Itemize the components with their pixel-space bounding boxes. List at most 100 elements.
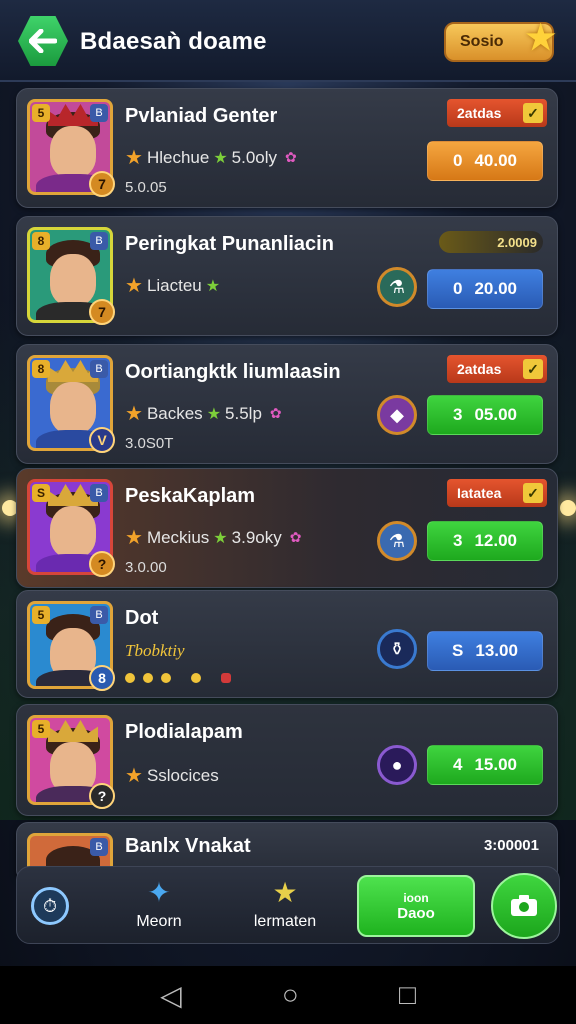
green-star-icon: ★	[213, 149, 228, 167]
gem-orb-icon[interactable]: ◆	[377, 395, 417, 435]
status-tag: Iatatea ✓	[447, 479, 547, 507]
player-stats: ★ Meckius ★ 3.9oky ✿	[125, 525, 301, 550]
list-item[interactable]: 5 ? Plodialapam ★ Sslocices ● 4 15.00	[16, 704, 558, 816]
price-button[interactable]: S 13.00	[427, 631, 543, 671]
warning-dot	[221, 673, 231, 683]
nav-item-lermaten[interactable]: ★ lermaten	[235, 877, 335, 937]
rank-chip: B	[90, 484, 108, 502]
stat-text: Sslocices	[146, 765, 219, 785]
star-icon: ★	[125, 527, 143, 549]
home-circle-icon[interactable]: ○	[282, 979, 299, 1011]
gem-icon: ✿	[269, 405, 282, 421]
dot	[191, 673, 201, 683]
status-tag: 2atdas ✓	[447, 355, 547, 383]
arrow-left-icon	[29, 29, 57, 53]
extra-value: 3.0.00	[125, 559, 167, 576]
rank-badge: 8	[89, 665, 115, 691]
recents-square-icon[interactable]: □	[399, 979, 416, 1011]
orb-icon[interactable]: ●	[377, 745, 417, 785]
bottom-nav: ⏱ ✦ Meorn ★ lermaten ioon Daoo	[16, 866, 560, 944]
star-icon: ★	[125, 403, 143, 425]
progress-dots	[125, 673, 231, 683]
player-name: Banlx Vnakat	[125, 835, 251, 857]
stopwatch-icon: ⏱	[42, 895, 58, 916]
list-item[interactable]: 8 B 7 Peringkat Punanliacin ★ Liacteu ★ …	[16, 216, 558, 336]
gem-icon: ✿	[289, 529, 302, 545]
play-button-label: Daoo	[397, 904, 435, 922]
page-title: Bdaesaǹ doame	[80, 28, 267, 55]
stat-text: Backes	[146, 403, 203, 423]
list-item[interactable]: 8 B V Oortiangktk liumlaasin ★ Backes ★ …	[16, 344, 558, 464]
player-name: Oortiangktk liumlaasin	[125, 361, 341, 383]
dot	[143, 673, 153, 683]
rank-badge: ?	[89, 551, 115, 577]
timer-button[interactable]: ⏱	[31, 887, 69, 925]
price-value: 3	[452, 405, 463, 424]
green-star-icon: ★	[213, 529, 228, 547]
star-icon: ★	[125, 765, 143, 787]
level-badge: 5	[32, 104, 50, 122]
stadium-light	[560, 500, 576, 516]
stat-value: 5.5lp	[225, 403, 262, 423]
back-button[interactable]	[18, 16, 68, 66]
nav-label: Meorn	[136, 913, 182, 930]
list-item[interactable]: 5 B 7 Pvlaniad Genter ★ Hlechue ★ 5.0oly…	[16, 88, 558, 208]
player-stats: ★ Backes ★ 5.5lp ✿	[125, 401, 282, 426]
player-stats: ★ Hlechue ★ 5.0oly ✿	[125, 145, 297, 170]
list-item[interactable]: 5 B 8 Dot Tbobktiy ⚱ S 13.00	[16, 590, 558, 698]
player-value: 3:00001	[483, 837, 539, 854]
stat-text: Tbobktiy	[125, 641, 185, 660]
price-amount: 15.00	[474, 755, 517, 774]
play-button-top-label: ioon	[403, 890, 429, 905]
price-amount: 12.00	[474, 531, 517, 550]
price-button[interactable]: 4 15.00	[427, 745, 543, 785]
potion-orb-icon[interactable]: ⚱	[377, 629, 417, 669]
star-icon: ★	[525, 19, 556, 57]
check-icon: ✓	[523, 103, 543, 123]
stat-text: Liacteu	[146, 275, 202, 295]
boost-orb-icon[interactable]: ⚗	[377, 267, 417, 307]
list-item[interactable]: S B ? PeskaKaplam ★ Meckius ★ 3.9oky ✿ 3…	[16, 468, 558, 588]
price-value: S	[452, 641, 464, 660]
potion-orb-icon[interactable]: ⚗	[377, 521, 417, 561]
player-name: Peringkat Punanliacin	[125, 233, 334, 255]
avatar-face	[50, 254, 96, 306]
play-button[interactable]: ioon Daoo	[357, 875, 475, 937]
currency-badge-label: Sosio	[460, 33, 504, 50]
status-tag-label: Iatatea	[457, 485, 502, 501]
rank-chip: B	[90, 360, 108, 378]
status-tag-label: 2atdas	[457, 361, 502, 377]
price-button[interactable]: 0 20.00	[427, 269, 543, 309]
green-star-icon: ★	[205, 277, 221, 295]
camera-icon	[511, 895, 537, 916]
price-button[interactable]: 0 40.00	[427, 141, 543, 181]
stat-value: 5.0oly	[231, 147, 278, 167]
back-triangle-icon[interactable]: ◁	[160, 979, 182, 1012]
price-amount: 40.00	[474, 151, 517, 170]
status-tag-label: 2atdas	[457, 105, 502, 121]
level-badge: 8	[32, 232, 50, 250]
avatar-face	[50, 382, 96, 434]
price-button[interactable]: 3 12.00	[427, 521, 543, 561]
level-badge: S	[32, 484, 50, 502]
player-stats: Tbobktiy	[125, 641, 185, 661]
stat-text: Hlechue	[146, 147, 210, 167]
level-badge: 5	[32, 606, 50, 624]
level-badge: 8	[32, 360, 50, 378]
player-name: PeskaKaplam	[125, 485, 256, 507]
rank-badge: 7	[89, 299, 115, 325]
avatar-face	[50, 506, 96, 558]
rank-badge: ?	[89, 783, 115, 809]
player-name: Dot	[125, 607, 159, 629]
price-button[interactable]: 3 05.00	[427, 395, 543, 435]
star-icon: ★	[272, 877, 298, 908]
stat-value: 3.9oky	[231, 527, 282, 547]
rank-chip: B	[90, 232, 108, 250]
header: Bdaesaǹ doame Sosio ★	[0, 0, 576, 82]
nav-item-meorn[interactable]: ✦ Meorn	[109, 877, 209, 937]
price-value: 4	[452, 755, 463, 774]
camera-button[interactable]	[491, 873, 557, 939]
currency-badge[interactable]: Sosio ★	[444, 19, 556, 62]
check-icon: ✓	[523, 483, 543, 503]
rank-chip: B	[90, 104, 108, 122]
